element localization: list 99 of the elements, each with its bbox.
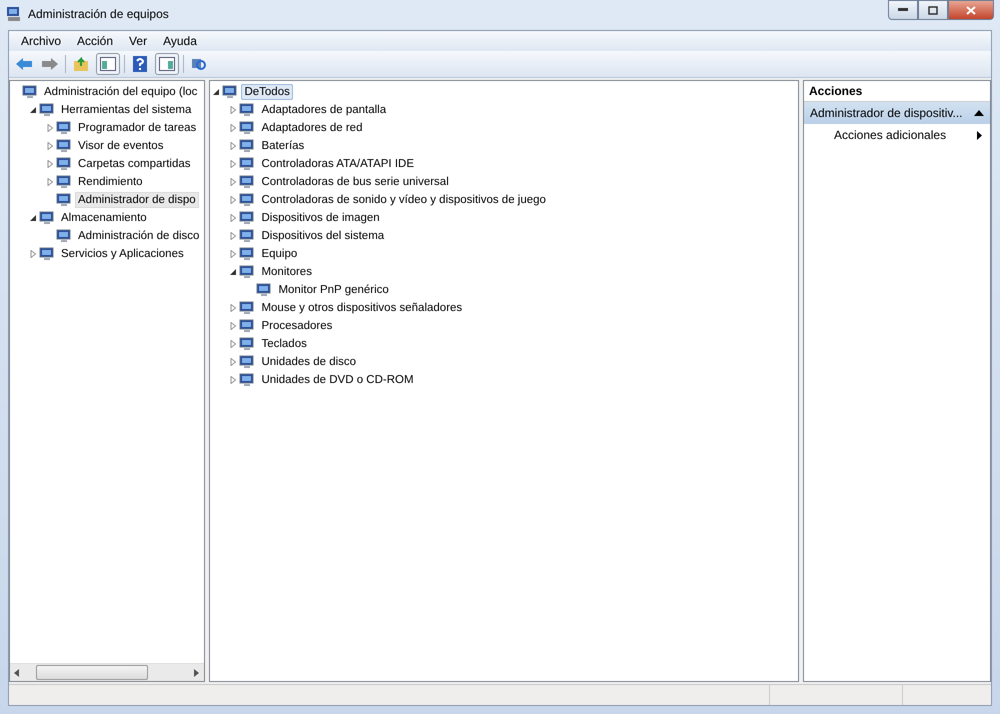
- tree-item[interactable]: Unidades de DVD o CD-ROM: [258, 372, 417, 388]
- tree-item[interactable]: Controladoras ATA/ATAPI IDE: [258, 156, 417, 172]
- device-icon: [56, 228, 72, 244]
- collapse-arrow-icon[interactable]: [29, 214, 37, 222]
- window-title: Administración de equipos: [28, 7, 170, 21]
- tree-item[interactable]: Visor de eventos: [75, 138, 166, 154]
- expand-arrow-icon[interactable]: [229, 178, 238, 186]
- expand-arrow-icon[interactable]: [46, 178, 54, 186]
- device-icon: [39, 102, 55, 118]
- tree-item[interactable]: Rendimiento: [75, 174, 146, 190]
- tree-item[interactable]: Dispositivos del sistema: [258, 228, 388, 244]
- device-icon: [239, 228, 256, 244]
- device-icon: [239, 138, 256, 154]
- device-icon: [239, 318, 256, 334]
- device-icon: [239, 354, 256, 370]
- expand-arrow-icon[interactable]: [229, 304, 238, 312]
- tree-item[interactable]: Herramientas del sistema: [58, 102, 194, 118]
- device-icon: [39, 210, 55, 226]
- expand-arrow-icon[interactable]: [29, 250, 37, 258]
- collapse-arrow-icon[interactable]: [29, 106, 37, 114]
- tree-item[interactable]: Programador de tareas: [75, 120, 200, 136]
- monitor-magnifier-icon: [191, 56, 207, 72]
- tree-item[interactable]: Teclados: [258, 336, 310, 352]
- tree-item[interactable]: Mouse y otros dispositivos señaladores: [258, 300, 466, 316]
- show-actions-button[interactable]: [155, 53, 179, 75]
- device-icon: [239, 120, 256, 136]
- device-icon: [239, 192, 256, 208]
- tree-item[interactable]: Controladoras de bus serie universal: [258, 174, 452, 190]
- collapse-arrow-icon[interactable]: [212, 88, 220, 96]
- expand-arrow-icon[interactable]: [229, 340, 238, 348]
- submenu-arrow-icon: [977, 130, 982, 140]
- tree-item[interactable]: Dispositivos de imagen: [258, 210, 383, 226]
- tree-item[interactable]: Administrador de dispo: [75, 192, 199, 208]
- device-icon: [239, 300, 256, 316]
- tree-item[interactable]: DeTodos: [241, 84, 293, 100]
- minimize-icon: [898, 8, 908, 12]
- scroll-left-icon[interactable]: [14, 668, 20, 676]
- scroll-right-icon[interactable]: [194, 668, 200, 676]
- tree-item[interactable]: Baterías: [258, 138, 308, 154]
- expand-arrow-icon[interactable]: [229, 214, 238, 222]
- expand-arrow-icon[interactable]: [229, 250, 238, 258]
- tree-item[interactable]: Equipo: [258, 246, 300, 262]
- tree-item[interactable]: Adaptadores de red: [258, 120, 366, 136]
- expand-arrow-icon[interactable]: [46, 124, 54, 132]
- tree-item[interactable]: Carpetas compartidas: [75, 156, 194, 172]
- menu-item[interactable]: Archivo: [13, 32, 70, 50]
- expand-arrow-icon[interactable]: [46, 142, 54, 150]
- expand-arrow-icon[interactable]: [229, 106, 238, 114]
- device-icon: [239, 174, 256, 190]
- expand-arrow-icon[interactable]: [46, 160, 54, 168]
- menu-item[interactable]: Ayuda: [155, 32, 205, 50]
- computer-icon: [222, 84, 238, 100]
- device-icon: [39, 246, 55, 262]
- device-icon: [256, 282, 272, 298]
- tree-item[interactable]: Unidades de disco: [258, 354, 360, 370]
- device-icon: [56, 120, 72, 136]
- menu-item[interactable]: Acción: [69, 32, 122, 50]
- show-tree-button[interactable]: [96, 53, 120, 75]
- expand-arrow-icon[interactable]: [229, 322, 238, 330]
- device-icon: [239, 372, 256, 388]
- tree-item[interactable]: Servicios y Aplicaciones: [58, 246, 187, 262]
- app-icon: [6, 6, 22, 22]
- device-icon: [56, 156, 72, 172]
- minimize-button[interactable]: [888, 0, 918, 20]
- tree-item[interactable]: Almacenamiento: [58, 210, 150, 226]
- tree-item[interactable]: Administración de disco: [75, 228, 202, 244]
- expand-arrow-icon[interactable]: [229, 124, 238, 132]
- device-icon: [239, 246, 256, 262]
- device-icon: [239, 336, 256, 352]
- device-icon: [239, 102, 256, 118]
- maximize-button[interactable]: [918, 0, 948, 20]
- tree-item[interactable]: Adaptadores de pantalla: [258, 102, 390, 118]
- tree-item[interactable]: Procesadores: [258, 318, 336, 334]
- action-item[interactable]: Acciones adicionales: [804, 124, 990, 146]
- device-icon: [239, 210, 256, 226]
- horizontal-scrollbar[interactable]: [10, 663, 204, 681]
- device-icon: [239, 264, 256, 280]
- expand-arrow-icon[interactable]: [229, 160, 238, 168]
- device-icon: [239, 156, 256, 172]
- close-icon: [966, 6, 976, 14]
- tree-item[interactable]: Monitores: [258, 264, 315, 280]
- expand-arrow-icon[interactable]: [229, 358, 238, 366]
- maximize-icon: [928, 6, 938, 14]
- menu-item[interactable]: Ver: [121, 32, 156, 50]
- computer-icon: [22, 84, 38, 100]
- expand-arrow-icon[interactable]: [229, 232, 238, 240]
- device-icon: [56, 174, 72, 190]
- tree-item[interactable]: Administración del equipo (loc: [41, 84, 200, 100]
- close-button[interactable]: [948, 0, 994, 20]
- device-icon: [56, 138, 72, 154]
- collapse-arrow-icon[interactable]: [229, 268, 238, 276]
- actions-section[interactable]: Administrador de dispositiv...: [804, 102, 990, 124]
- expand-arrow-icon[interactable]: [229, 142, 238, 150]
- tree-item[interactable]: Controladoras de sonido y vídeo y dispositivos de juego: [258, 192, 549, 208]
- collapse-triangle-icon[interactable]: [974, 110, 984, 116]
- expand-arrow-icon[interactable]: [229, 376, 238, 384]
- device-icon: [56, 192, 72, 208]
- tree-item[interactable]: Monitor PnP genérico: [275, 282, 392, 298]
- expand-arrow-icon[interactable]: [229, 196, 238, 204]
